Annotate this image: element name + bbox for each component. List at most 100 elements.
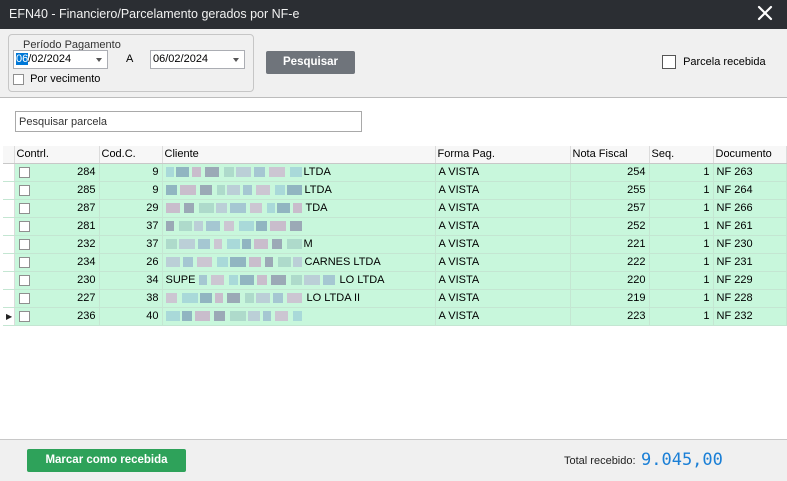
parcela-recebida-label: Parcela recebida xyxy=(683,55,766,68)
table-row[interactable]: 227 38 LO LTDA II A VISTA 219 1 NF 228 xyxy=(3,289,787,308)
row-checkbox[interactable] xyxy=(18,310,30,322)
row-checkbox[interactable] xyxy=(18,238,30,250)
client-name-redacted xyxy=(165,184,305,196)
cell-nota-fiscal: 257 xyxy=(570,199,650,218)
cell-documento: NF 266 xyxy=(713,199,787,218)
cell-documento: NF 261 xyxy=(713,217,787,236)
row-checkbox[interactable] xyxy=(18,274,30,286)
close-icon[interactable] xyxy=(755,3,775,23)
client-name-text: LO LTDA xyxy=(339,274,385,286)
cell-forma-pag: A VISTA xyxy=(435,199,571,218)
row-checkbox[interactable] xyxy=(18,166,30,178)
client-name-redacted xyxy=(165,256,305,268)
parcela-recebida-option[interactable]: Parcela recebida xyxy=(662,55,766,69)
date-from-field[interactable]: 06/02/2024 xyxy=(13,50,108,69)
row-checkbox[interactable] xyxy=(18,202,30,214)
range-separator: A xyxy=(126,53,134,65)
title-bar: EFN40 - Financiero/Parcelamento gerados … xyxy=(0,0,787,29)
date-from-rest: /02/2024 xyxy=(28,53,72,65)
table-row[interactable]: 284 9 LTDA A VISTA 254 1 NF 263 xyxy=(3,163,787,182)
cell-contrl: 234 xyxy=(14,253,100,272)
client-name-text: M xyxy=(303,238,313,250)
row-indicator[interactable] xyxy=(3,163,15,182)
date-from-dropdown-icon[interactable] xyxy=(96,58,102,62)
contrl-value: 234 xyxy=(77,256,96,268)
row-indicator[interactable] xyxy=(3,271,15,290)
table-row[interactable]: 232 37 M A VISTA 221 1 NF 230 xyxy=(3,235,787,254)
cell-contrl: 284 xyxy=(14,163,100,182)
row-indicator[interactable] xyxy=(3,199,15,218)
cell-nota-fiscal: 223 xyxy=(570,307,650,326)
table-row[interactable]: 285 9 LTDA A VISTA 255 1 NF 264 xyxy=(3,181,787,200)
cell-documento: NF 232 xyxy=(713,307,787,326)
cell-seq: 1 xyxy=(649,271,714,290)
cell-seq: 1 xyxy=(649,199,714,218)
mark-as-received-button[interactable]: Marcar como recebida xyxy=(27,449,186,472)
row-checkbox[interactable] xyxy=(18,220,30,232)
cell-cliente: M xyxy=(162,235,436,254)
client-name-text: CARNES LTDA xyxy=(304,256,381,268)
contrl-value: 230 xyxy=(77,274,96,286)
cell-codc: 37 xyxy=(99,217,163,236)
table-row[interactable]: ▶ 236 40 A VISTA 223 1 NF 232 xyxy=(3,307,787,326)
total-received-label: Total recebido: xyxy=(564,455,636,467)
column-header-documento[interactable]: Documento xyxy=(713,146,787,164)
contrl-value: 236 xyxy=(77,310,96,322)
search-parcela-input[interactable] xyxy=(15,111,362,132)
column-header-cliente[interactable]: Cliente xyxy=(162,146,436,164)
cell-forma-pag: A VISTA xyxy=(435,289,571,308)
cell-forma-pag: A VISTA xyxy=(435,253,571,272)
cell-cliente: LTDA xyxy=(162,181,436,200)
cell-documento: NF 264 xyxy=(713,181,787,200)
table-row[interactable]: 287 29 TDA A VISTA 257 1 NF 266 xyxy=(3,199,787,218)
row-indicator[interactable]: ▶ xyxy=(3,307,15,326)
cell-documento: NF 230 xyxy=(713,235,787,254)
column-header-seq[interactable]: Seq. xyxy=(649,146,714,164)
cell-cliente: TDA xyxy=(162,199,436,218)
search-button[interactable]: Pesquisar xyxy=(266,51,355,74)
row-checkbox[interactable] xyxy=(18,184,30,196)
parcela-recebida-checkbox[interactable] xyxy=(662,55,676,69)
cell-nota-fiscal: 255 xyxy=(570,181,650,200)
cell-contrl: 232 xyxy=(14,235,100,254)
column-header-codc[interactable]: Cod.C. xyxy=(99,146,163,164)
cell-codc: 34 xyxy=(99,271,163,290)
cell-codc: 37 xyxy=(99,235,163,254)
column-header-nota-fiscal[interactable]: Nota Fiscal xyxy=(570,146,650,164)
client-name-redacted xyxy=(165,220,307,232)
por-vencimento-checkbox[interactable] xyxy=(13,73,24,85)
row-indicator[interactable] xyxy=(3,253,15,272)
cell-seq: 1 xyxy=(649,307,714,326)
contrl-value: 285 xyxy=(77,184,96,196)
client-name-text: LTDA xyxy=(304,184,332,196)
table-row[interactable]: 234 26 CARNES LTDA A VISTA 222 1 NF 231 xyxy=(3,253,787,272)
payment-period-group: Período Pagamento 06/02/2024 A 06/02/202… xyxy=(8,34,254,92)
date-to-field[interactable]: 06/02/2024 xyxy=(150,50,245,69)
row-indicator[interactable] xyxy=(3,181,15,200)
row-indicator[interactable] xyxy=(3,235,15,254)
current-row-pointer-icon: ▶ xyxy=(6,312,13,321)
cell-cliente: LTDA xyxy=(162,163,436,182)
client-name-text: LO LTDA II xyxy=(306,292,361,304)
column-header-forma-pag[interactable]: Forma Pag. xyxy=(435,146,571,164)
cell-nota-fiscal: 252 xyxy=(570,217,650,236)
cell-codc: 26 xyxy=(99,253,163,272)
table-row[interactable]: 230 34 SUPE LO LTDA A VISTA 220 1 NF 229 xyxy=(3,271,787,290)
table-row[interactable]: 281 37 A VISTA 252 1 NF 261 xyxy=(3,217,787,236)
window-title: EFN40 - Financiero/Parcelamento gerados … xyxy=(9,7,300,21)
cell-nota-fiscal: 222 xyxy=(570,253,650,272)
column-header-contrl[interactable]: Contrl. xyxy=(14,146,100,164)
date-to-dropdown-icon[interactable] xyxy=(233,58,239,62)
row-checkbox[interactable] xyxy=(18,256,30,268)
cell-documento: NF 228 xyxy=(713,289,787,308)
cell-codc: 9 xyxy=(99,163,163,182)
row-checkbox[interactable] xyxy=(18,292,30,304)
cell-contrl: 227 xyxy=(14,289,100,308)
cell-seq: 1 xyxy=(649,253,714,272)
row-indicator[interactable] xyxy=(3,289,15,308)
client-name-text: LTDA xyxy=(303,166,331,178)
row-indicator[interactable] xyxy=(3,217,15,236)
cell-nota-fiscal: 221 xyxy=(570,235,650,254)
por-vencimento-option[interactable]: Por vecimento xyxy=(13,73,100,85)
cell-codc: 40 xyxy=(99,307,163,326)
